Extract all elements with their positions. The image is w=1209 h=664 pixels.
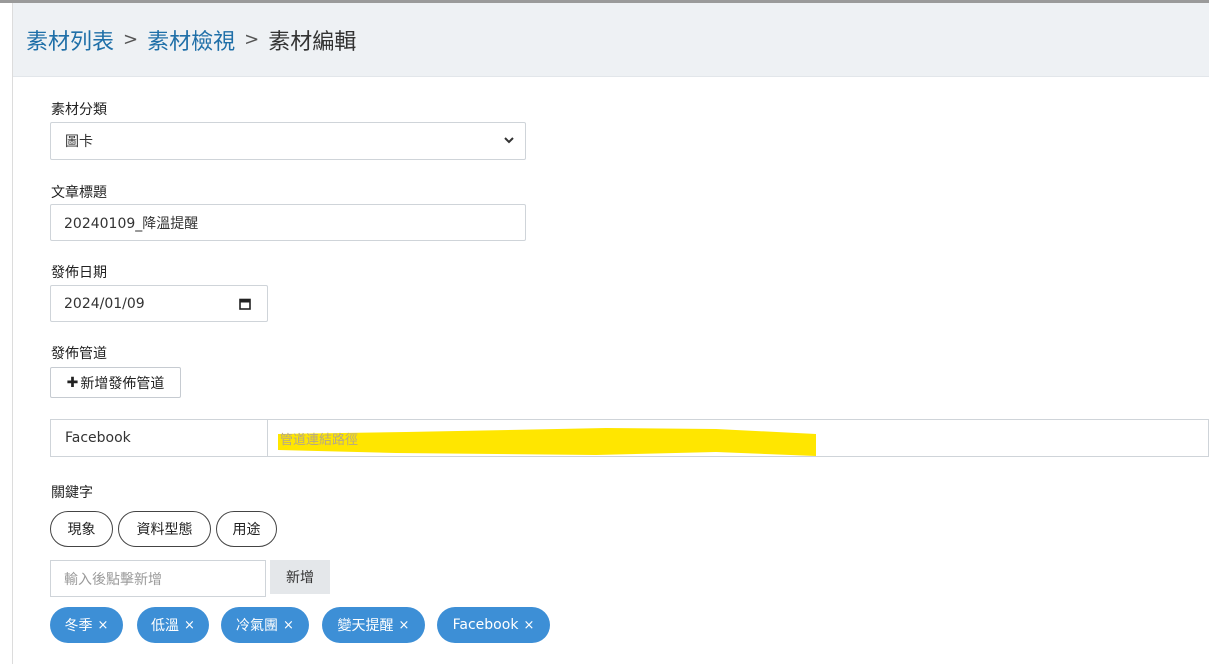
chip-label: Facebook bbox=[452, 617, 519, 633]
keyword-chip-winter[interactable]: 冬季 × bbox=[50, 607, 123, 643]
chip-label: 冷氣團 bbox=[236, 618, 279, 634]
category-label: 素材分類 bbox=[51, 102, 107, 118]
keyword-chip-weather-alert[interactable]: 變天提醒 × bbox=[322, 607, 425, 643]
keyword-chip-facebook[interactable]: Facebook × bbox=[437, 607, 550, 643]
chip-label: 冬季 bbox=[64, 618, 93, 634]
plus-icon: ✚ bbox=[66, 374, 79, 391]
title-input[interactable]: 20240109_降溫提醒 bbox=[50, 204, 526, 241]
close-icon[interactable]: × bbox=[184, 618, 195, 633]
close-icon[interactable]: × bbox=[283, 618, 294, 633]
add-keyword-button[interactable]: 新增 bbox=[270, 560, 330, 594]
channel-name-field[interactable]: Facebook bbox=[51, 420, 268, 456]
keyword-chip-cold-air-mass[interactable]: 冷氣團 × bbox=[221, 607, 309, 643]
breadcrumb-material-view[interactable]: 素材檢視 bbox=[147, 24, 235, 56]
close-icon[interactable]: × bbox=[523, 618, 534, 633]
keyword-chip-low-temp[interactable]: 低溫 × bbox=[137, 607, 209, 643]
title-label: 文章標題 bbox=[51, 185, 107, 201]
keyword-suggestion-phenomenon[interactable]: 現象 bbox=[50, 511, 113, 547]
add-channel-button-label: 新增發佈管道 bbox=[80, 375, 165, 392]
category-selected-value: 圖卡 bbox=[65, 134, 93, 150]
left-border bbox=[0, 3, 13, 664]
publish-date-input[interactable]: 2024/01/09 bbox=[50, 285, 268, 322]
chip-label: 低溫 bbox=[151, 618, 180, 634]
keywords-label: 關鍵字 bbox=[51, 485, 93, 501]
breadcrumb-material-list[interactable]: 素材列表 bbox=[26, 24, 114, 56]
keyword-suggestion-usage[interactable]: 用途 bbox=[216, 511, 277, 547]
channels-label: 發佈管道 bbox=[51, 346, 107, 362]
breadcrumb: 素材列表 > 素材檢視 > 素材編輯 bbox=[13, 3, 1209, 77]
close-icon[interactable]: × bbox=[98, 618, 109, 633]
breadcrumb-separator: > bbox=[244, 29, 260, 50]
publish-date-label: 發佈日期 bbox=[51, 265, 107, 281]
page-frame: 素材列表 > 素材檢視 > 素材編輯 素材分類 圖卡 文章標題 20240109… bbox=[0, 0, 1209, 664]
add-channel-button[interactable]: ✚ 新增發佈管道 bbox=[50, 367, 181, 398]
breadcrumb-separator: > bbox=[123, 29, 139, 50]
keyword-input[interactable]: 輸入後點擊新增 bbox=[50, 560, 266, 597]
calendar-icon[interactable] bbox=[239, 298, 251, 314]
close-icon[interactable]: × bbox=[399, 618, 410, 633]
category-select[interactable]: 圖卡 bbox=[50, 122, 526, 160]
chip-label: 變天提醒 bbox=[337, 618, 394, 634]
keyword-suggestion-data-type[interactable]: 資料型態 bbox=[118, 511, 211, 547]
channel-url-placeholder: 管道連結路徑 bbox=[280, 432, 359, 448]
chevron-down-icon bbox=[503, 134, 515, 150]
channel-url-input[interactable]: 管道連結路徑 bbox=[268, 420, 1208, 456]
publish-date-value: 2024/01/09 bbox=[64, 295, 145, 312]
channel-row: Facebook 管道連結路徑 bbox=[50, 419, 1209, 457]
breadcrumb-material-edit: 素材編輯 bbox=[268, 29, 357, 55]
